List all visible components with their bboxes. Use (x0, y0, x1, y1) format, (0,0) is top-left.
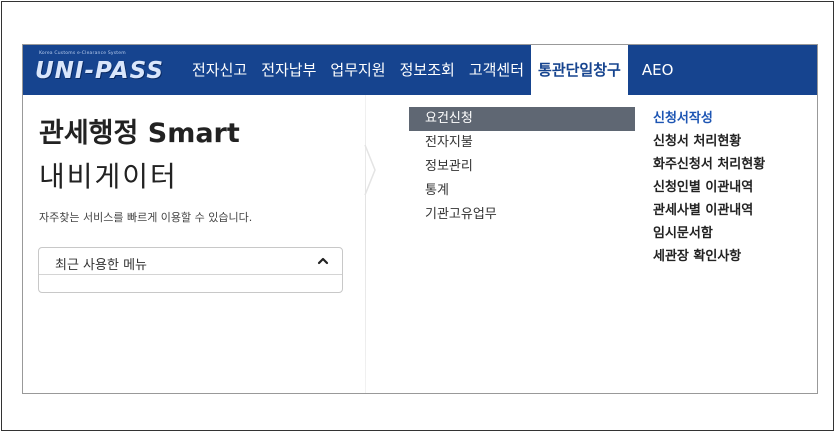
top-navigation-bar: Korea Customs e-Clearance System UNI-PAS… (23, 45, 817, 95)
detail-item-transfer-by-applicant[interactable]: 신청인별 이관내역 (653, 176, 817, 199)
detail-menu-list: 신청서작성 신청서 처리현황 화주신청서 처리현황 신청인별 이관내역 관세사별… (653, 107, 817, 268)
nav-item-business-support[interactable]: 업무지원 (323, 45, 392, 95)
submenu-item-statistics[interactable]: 통계 (409, 179, 649, 203)
nav-item-aeo[interactable]: AEO (628, 45, 688, 95)
detail-item-shipper-application-status[interactable]: 화주신청서 처리현황 (653, 153, 817, 176)
navigator-subtitle: 자주찾는 서비스를 빠르게 이용할 수 있습니다. (39, 211, 253, 224)
recent-menu-header[interactable]: 최근 사용한 메뉴 (39, 248, 342, 275)
recent-menu-label: 최근 사용한 메뉴 (55, 258, 147, 273)
unipass-logo[interactable]: Korea Customs e-Clearance System UNI-PAS… (35, 51, 175, 91)
navigator-intro: 관세행정 Smart 내비게이터 자주찾는 서비스를 빠르게 이용할 수 있습니… (23, 95, 365, 393)
submenu-item-agency-specific[interactable]: 기관고유업무 (409, 203, 649, 227)
detail-item-transfer-by-broker[interactable]: 관세사별 이관내역 (653, 199, 817, 222)
navigator-title-line2: 내비게이터 (39, 160, 178, 193)
nav-item-electronic-payment[interactable]: 전자납부 (254, 45, 323, 95)
submenu-list: 요건신청 전자지불 정보관리 통계 기관고유업무 (409, 107, 649, 227)
smart-navigator-panel: Korea Customs e-Clearance System UNI-PAS… (22, 44, 818, 394)
submenu-item-label: 요건신청 (425, 111, 473, 126)
column-divider (365, 95, 366, 393)
detail-item-application-status[interactable]: 신청서 처리현황 (653, 130, 817, 153)
detail-item-customs-confirmation[interactable]: 세관장 확인사항 (653, 245, 817, 268)
recent-menu-box: 최근 사용한 메뉴 (38, 247, 343, 293)
main-menu: 전자신고 전자납부 업무지원 정보조회 고객센터 통관단일창구 AEO (185, 45, 687, 95)
submenu-item-information-management[interactable]: 정보관리 (409, 155, 649, 179)
detail-item-temporary-documents[interactable]: 임시문서함 (653, 222, 817, 245)
nav-item-information-inquiry[interactable]: 정보조회 (393, 45, 462, 95)
nav-item-single-window[interactable]: 통관단일창구 (531, 45, 628, 95)
navigator-title: 관세행정 Smart (39, 118, 240, 149)
divider-arrow-icon (364, 145, 376, 195)
nav-item-customer-center[interactable]: 고객센터 (462, 45, 531, 95)
window-frame: Korea Customs e-Clearance System UNI-PAS… (1, 1, 834, 431)
submenu-item-requirement-application[interactable]: 요건신청 (409, 107, 642, 131)
submenu-item-electronic-payment[interactable]: 전자지불 (409, 131, 649, 155)
active-pointer-icon (635, 112, 642, 126)
logo-wordmark: UNI-PASS (35, 58, 164, 84)
nav-item-electronic-filing[interactable]: 전자신고 (185, 45, 254, 95)
logo-tagline: Korea Customs e-Clearance System (39, 51, 126, 56)
chevron-up-icon[interactable] (316, 254, 330, 268)
detail-item-write-application[interactable]: 신청서작성 (653, 107, 817, 130)
